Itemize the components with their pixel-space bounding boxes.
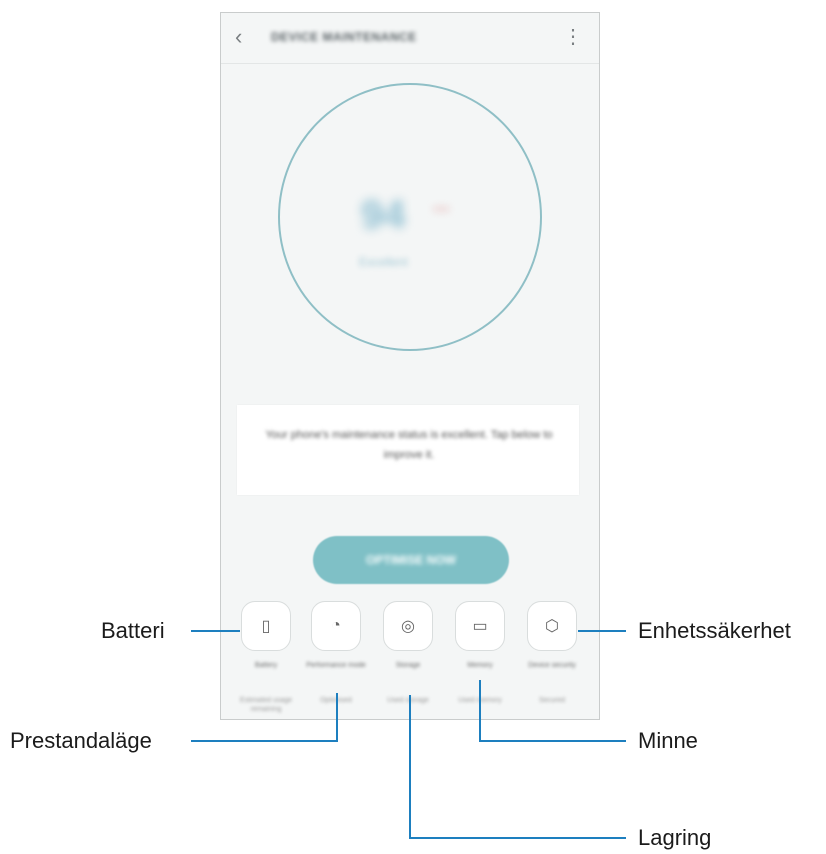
memory-callout-line (479, 680, 626, 742)
storage-callout: Lagring (638, 825, 712, 850)
performance-callout-line (191, 693, 338, 742)
memory-callout: Minne (638, 728, 698, 753)
storage-callout-line (409, 695, 626, 839)
battery-callout: Batteri (101, 618, 165, 643)
device-security-callout: Enhetssäkerhet (638, 618, 791, 643)
performance-mode-callout: Prestandaläge (10, 728, 152, 753)
callout-lines (191, 630, 626, 839)
